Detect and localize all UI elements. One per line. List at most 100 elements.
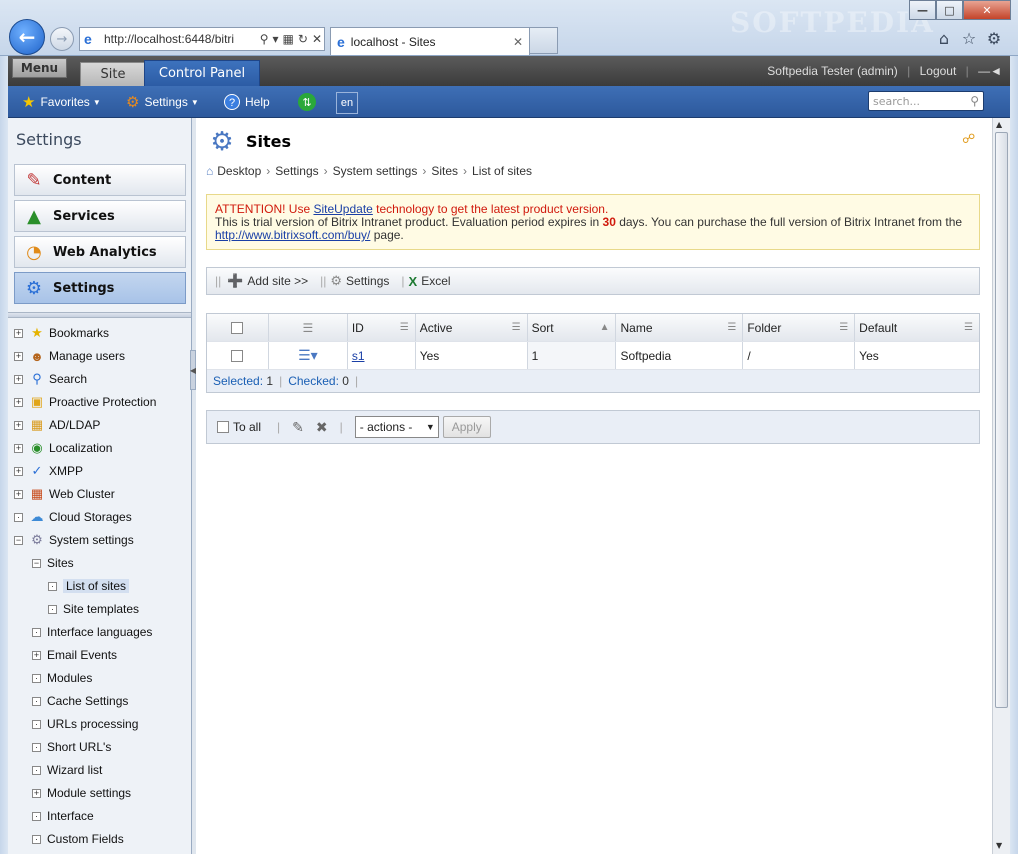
list-settings-button[interactable]: ⚙ Settings [330,273,389,289]
column-header-folder[interactable]: Folder ☰ [743,314,856,341]
search-icon[interactable]: ⚲ [260,32,269,46]
leaf-icon[interactable]: · [48,581,57,591]
expand-icon[interactable]: + [14,443,23,453]
expand-icon[interactable]: + [14,489,23,499]
sync-button[interactable]: ⇅ [298,93,316,111]
address-url[interactable]: http://localhost:6448/bitri [104,32,258,46]
sidebar-tree-item[interactable]: + ☻ Manage users [14,346,125,366]
sidebar-tree-item[interactable]: · URLs processing [32,714,138,734]
excel-button[interactable]: X Excel [409,274,451,289]
breadcrumb-sites[interactable]: Sites [431,164,458,178]
search-icon[interactable]: ⚲ [970,94,979,108]
breadcrumb-system-settings[interactable]: System settings [333,164,418,178]
leaf-icon[interactable]: · [14,512,23,522]
sidebar-tree-item[interactable]: · Cache Settings [32,691,128,711]
sidebar-tree-item[interactable]: · Site templates [48,599,139,619]
menu-button[interactable]: Menu [12,58,67,78]
sidebar-tree-item[interactable]: − Sites [32,553,74,573]
breadcrumb-settings[interactable]: Settings [275,164,318,178]
sidebar-tree-item[interactable]: + ▦ Web Cluster [14,484,115,504]
edit-icon[interactable]: ✎ [292,419,304,436]
user-name[interactable]: Softpedia Tester (admin) [767,64,898,78]
sidebar-tree-item[interactable]: · Short URL's [32,737,111,757]
delete-icon[interactable]: ✖ [316,419,328,436]
maximize-button[interactable]: □ [936,0,963,20]
row-checkbox[interactable] [231,349,244,362]
sidebar-services-button[interactable]: ▲ Services [14,200,186,232]
tab-site[interactable]: Site [80,62,146,86]
sort-asc-icon[interactable]: ▲ [600,322,610,333]
expand-icon[interactable]: + [14,420,23,430]
column-header-name[interactable]: Name ☰ [616,314,744,341]
sidebar-tree-item[interactable]: · Custom Fields [32,829,124,849]
column-menu-icon[interactable]: ☰ [512,322,521,333]
pin-icon[interactable]: —◄ [978,64,1002,78]
dropdown-icon[interactable]: ▾ [273,32,279,46]
leaf-icon[interactable]: · [32,673,41,683]
sidebar-tree-item[interactable]: · Interface languages [32,622,152,642]
sidebar-tree-item[interactable]: + Email Events [32,645,117,665]
sidebar-tree-item[interactable]: + ⚲ Search [14,369,87,389]
column-menu-icon[interactable]: ☰ [839,322,848,333]
help-button[interactable]: ? Help [224,92,270,112]
home-icon[interactable]: ⌂ [206,164,213,178]
expand-icon[interactable]: + [14,328,23,338]
leaf-icon[interactable]: · [48,604,57,614]
sidebar-tree-item[interactable]: + Module settings [32,783,131,803]
column-header-active[interactable]: Active ☰ [416,314,528,341]
table-row[interactable]: ☰▾ s1 Yes 1 Softpedia / Yes [207,342,979,370]
leaf-icon[interactable]: · [32,696,41,706]
sidebar-tree-item[interactable]: − ⚙ System settings [14,530,134,550]
stop-icon[interactable]: ✕ [312,32,322,46]
leaf-icon[interactable]: · [32,627,41,637]
site-id-link[interactable]: s1 [352,349,365,363]
address-bar[interactable]: e http://localhost:6448/bitri ⚲ ▾ ▦ ↻ ✕ [79,27,325,51]
sidebar-analytics-button[interactable]: ◔ Web Analytics [14,236,186,268]
expand-icon[interactable]: + [14,374,23,384]
scroll-up-icon[interactable]: ▲ [996,120,1002,129]
row-actions-menu-icon[interactable]: ☰▾ [298,347,318,364]
column-menu-icon[interactable]: ☰ [964,322,973,333]
leaf-icon[interactable]: · [32,834,41,844]
sidebar-tree-item[interactable]: + ▦ AD/LDAP [14,415,100,435]
compat-icon[interactable]: ▦ [283,32,294,46]
to-all-toggle[interactable]: To all [217,420,261,434]
back-button[interactable]: ← [9,19,45,55]
favorites-menu[interactable]: ★ Favorites ▼ [22,92,101,112]
column-header-sort[interactable]: Sort ▲ [528,314,617,341]
sidebar-tree-item[interactable]: + ▣ Proactive Protection [14,392,156,412]
leaf-icon[interactable]: · [32,742,41,752]
buy-link[interactable]: http://www.bitrixsoft.com/buy/ [215,228,370,242]
close-window-button[interactable]: ✕ [963,0,1011,20]
leaf-icon[interactable]: · [32,719,41,729]
leaf-icon[interactable]: · [32,765,41,775]
collapse-icon[interactable]: − [14,535,23,545]
sidebar-tree-item[interactable]: · List of sites [48,576,130,596]
sidebar-tree-item[interactable]: · Wizard list [32,760,102,780]
sidebar-settings-button[interactable]: ⚙ Settings [14,272,186,304]
gear-icon[interactable]: ⚙ [985,30,1003,48]
column-header-id[interactable]: ID ☰ [348,314,416,341]
browser-tab[interactable]: e localhost - Sites ✕ [330,27,530,55]
column-menu-icon[interactable]: ☰ [727,322,736,333]
sidebar-tree-item[interactable]: + ◉ Localization [14,438,112,458]
siteupdate-link[interactable]: SiteUpdate [313,202,372,216]
sidebar-tree-item[interactable]: · Interface [32,806,94,826]
expand-icon[interactable]: + [14,397,23,407]
scrollbar-thumb[interactable] [995,132,1008,708]
settings-menu[interactable]: ⚙ Settings ▼ [126,92,199,112]
expand-icon[interactable]: + [14,466,23,476]
column-menu-icon[interactable]: ☰ [400,322,409,333]
sidebar-tree-item[interactable]: · ☁ Cloud Storages [14,507,132,527]
scroll-down-icon[interactable]: ▼ [996,841,1002,850]
expand-icon[interactable]: + [32,788,41,798]
sidebar-tree-item[interactable]: + ★ Bookmarks [14,323,109,343]
add-site-button[interactable]: ➕ Add site >> [227,273,308,289]
expand-icon[interactable]: + [14,351,23,361]
sidebar-tree-item[interactable]: · Modules [32,668,92,688]
breadcrumb-desktop[interactable]: Desktop [217,164,261,178]
expand-icon[interactable]: + [32,650,41,660]
star-icon[interactable]: ☆ [960,30,978,48]
sidebar-divider[interactable] [8,312,191,318]
column-header-default[interactable]: Default ☰ [855,314,979,341]
